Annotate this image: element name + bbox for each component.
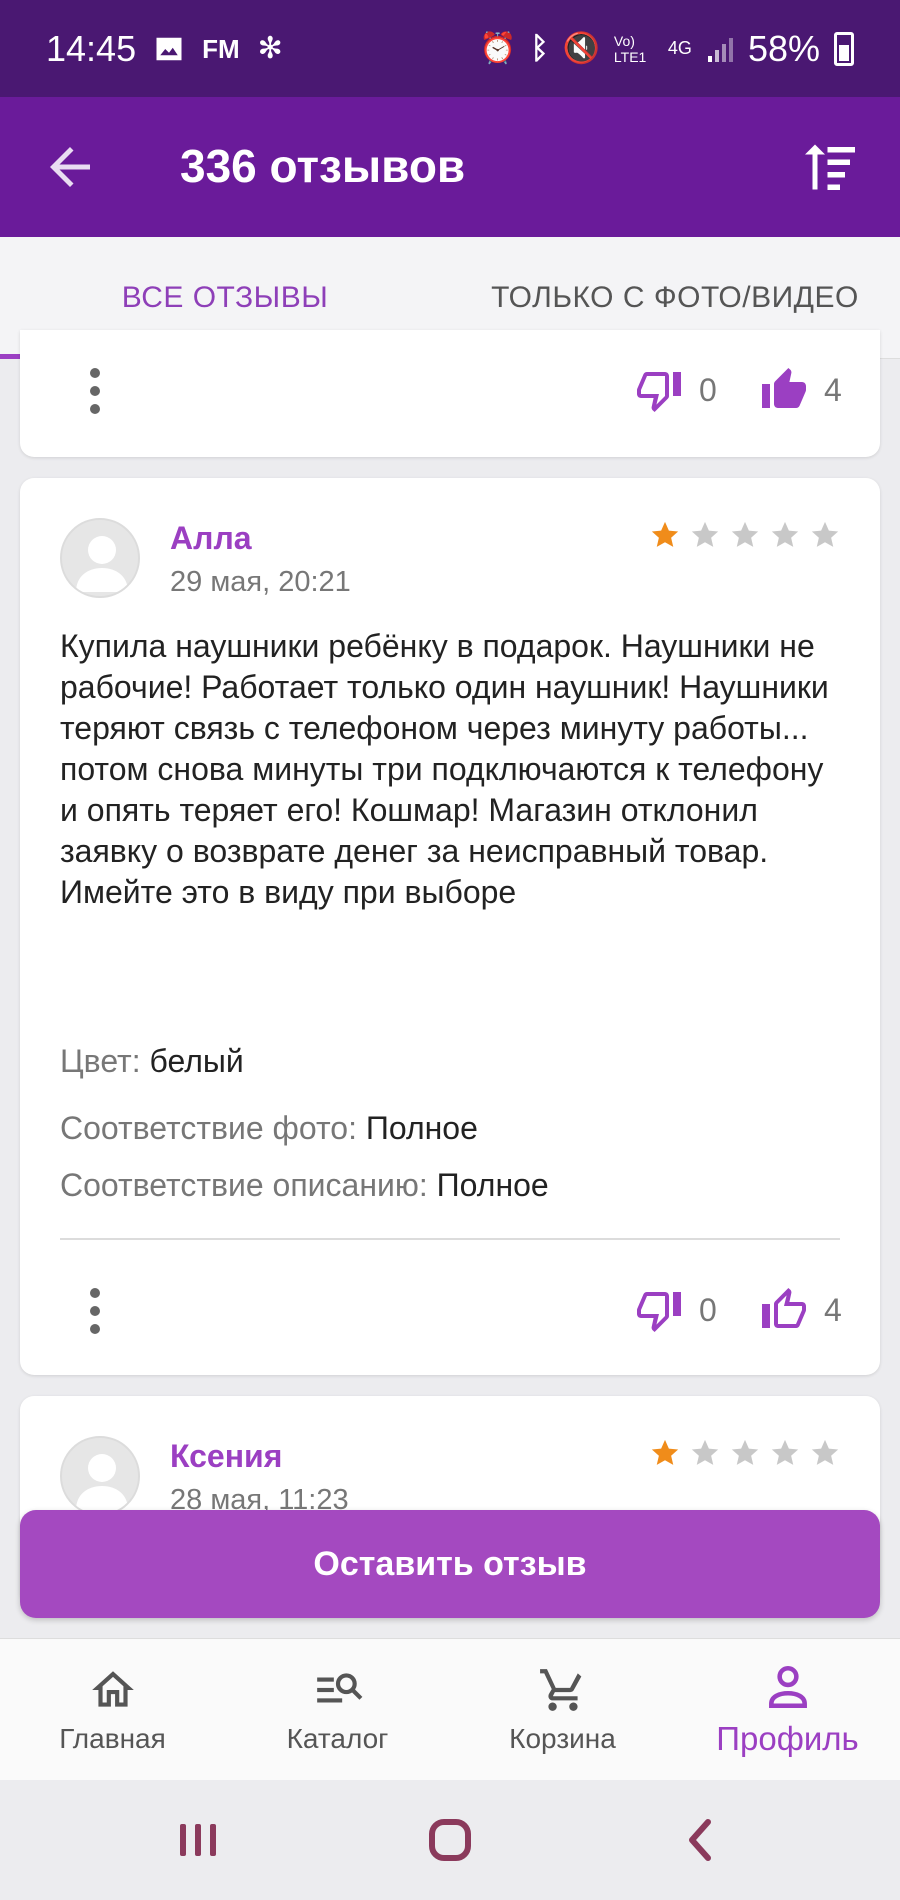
catalog-search-icon <box>316 1673 362 1703</box>
review-card-previous: 0 4 <box>20 330 880 457</box>
thumbs-down-icon <box>637 1292 681 1332</box>
bottom-navigation: Главная Каталог Корзина Профиль <box>0 1638 900 1780</box>
star-empty-icon <box>811 1439 839 1465</box>
mute-icon: 🔇 <box>562 31 600 65</box>
star-empty-icon <box>771 521 799 547</box>
system-navigation <box>0 1780 900 1900</box>
divider <box>60 1238 840 1240</box>
nav-profile[interactable]: Профиль <box>675 1639 900 1781</box>
fm-radio-icon: FM <box>202 33 240 64</box>
review-card: Алла 29 мая, 20:21 Купила наушники ребён… <box>20 478 880 1375</box>
property-label: Цвет: <box>60 1043 141 1079</box>
battery-icon <box>834 31 854 66</box>
star-empty-icon <box>691 521 719 547</box>
review-author: Ксения <box>170 1438 283 1474</box>
like-button[interactable]: 4 <box>760 1286 842 1334</box>
status-time: 14:45 <box>46 27 137 69</box>
nav-cart[interactable]: Корзина <box>450 1639 675 1781</box>
nav-home[interactable]: Главная <box>0 1639 225 1781</box>
review-author: Алла <box>170 520 252 556</box>
property-value: Полное <box>436 1167 549 1203</box>
recent-apps-icon[interactable] <box>168 1810 228 1870</box>
star-empty-icon <box>811 521 839 547</box>
property-value: белый <box>149 1043 244 1079</box>
gallery-icon <box>156 37 182 60</box>
nav-label: Профиль <box>716 1720 859 1757</box>
nav-label: Корзина <box>509 1723 616 1754</box>
dislike-button[interactable]: 0 <box>635 1286 717 1334</box>
network-type: 4G <box>667 38 692 58</box>
more-options-button[interactable] <box>80 1286 110 1342</box>
nav-label: Каталог <box>286 1723 389 1754</box>
cart-icon <box>539 1669 581 1711</box>
page-title: 336 отзывов <box>180 140 466 192</box>
like-count: 4 <box>824 371 842 408</box>
review-text: Купила наушники ребёнку в подарок. Наушн… <box>60 628 829 910</box>
property-color: Цвет: белый <box>60 1043 244 1080</box>
star-filled-icon <box>651 1439 679 1465</box>
star-empty-icon <box>731 1439 759 1465</box>
home-button-icon[interactable] <box>420 1810 480 1870</box>
signal-icon <box>707 37 733 62</box>
dislike-button[interactable]: 0 <box>635 366 717 414</box>
battery-level: 58% <box>747 27 820 69</box>
star-empty-icon <box>771 1439 799 1465</box>
star-empty-icon <box>691 1439 719 1465</box>
dislike-count: 0 <box>699 371 717 408</box>
star-empty-icon <box>731 521 759 547</box>
volte-indicator: Vo) LTE1 <box>613 32 647 65</box>
review-date: 29 мая, 20:21 <box>170 566 351 598</box>
profile-icon <box>768 1665 807 1709</box>
nav-label: Главная <box>59 1723 166 1754</box>
bluetooth-icon: ᛒ <box>530 31 549 65</box>
avatar <box>60 1436 140 1516</box>
status-bar: 14:45 FM ✻ ⏰ ᛒ 🔇 Vo) LTE1 4G 58% <box>0 0 900 97</box>
avatar <box>60 518 140 598</box>
leave-review-button[interactable]: Оставить отзыв <box>20 1510 880 1618</box>
property-value: Полное <box>365 1110 478 1146</box>
home-icon <box>91 1671 134 1707</box>
sort-icon[interactable] <box>800 137 860 197</box>
like-count: 4 <box>824 1291 842 1328</box>
app-bar: 336 отзывов <box>0 97 900 237</box>
star-filled-icon <box>651 521 679 547</box>
back-button-icon[interactable] <box>672 1810 732 1870</box>
alarm-icon: ⏰ <box>479 31 517 65</box>
user-placeholder-icon <box>76 1454 128 1510</box>
thumbs-up-icon <box>762 1288 806 1328</box>
property-label: Соответствие описанию: <box>60 1167 428 1203</box>
like-button[interactable]: 4 <box>760 366 842 414</box>
property-photo-match: Соответствие фото: Полное <box>60 1110 478 1147</box>
dislike-count: 0 <box>699 1291 717 1328</box>
nav-catalog[interactable]: Каталог <box>225 1639 450 1781</box>
thumbs-up-filled-icon <box>762 368 806 408</box>
user-placeholder-icon <box>76 536 128 592</box>
rating-stars <box>650 520 840 550</box>
rating-stars <box>650 1438 840 1468</box>
property-label: Соответствие фото: <box>60 1110 357 1146</box>
more-options-button[interactable] <box>80 366 110 422</box>
property-description-match: Соответствие описанию: Полное <box>60 1167 549 1204</box>
back-arrow-icon[interactable] <box>40 137 100 197</box>
thumbs-down-icon <box>637 372 681 412</box>
fan-icon: ✻ <box>257 31 283 65</box>
